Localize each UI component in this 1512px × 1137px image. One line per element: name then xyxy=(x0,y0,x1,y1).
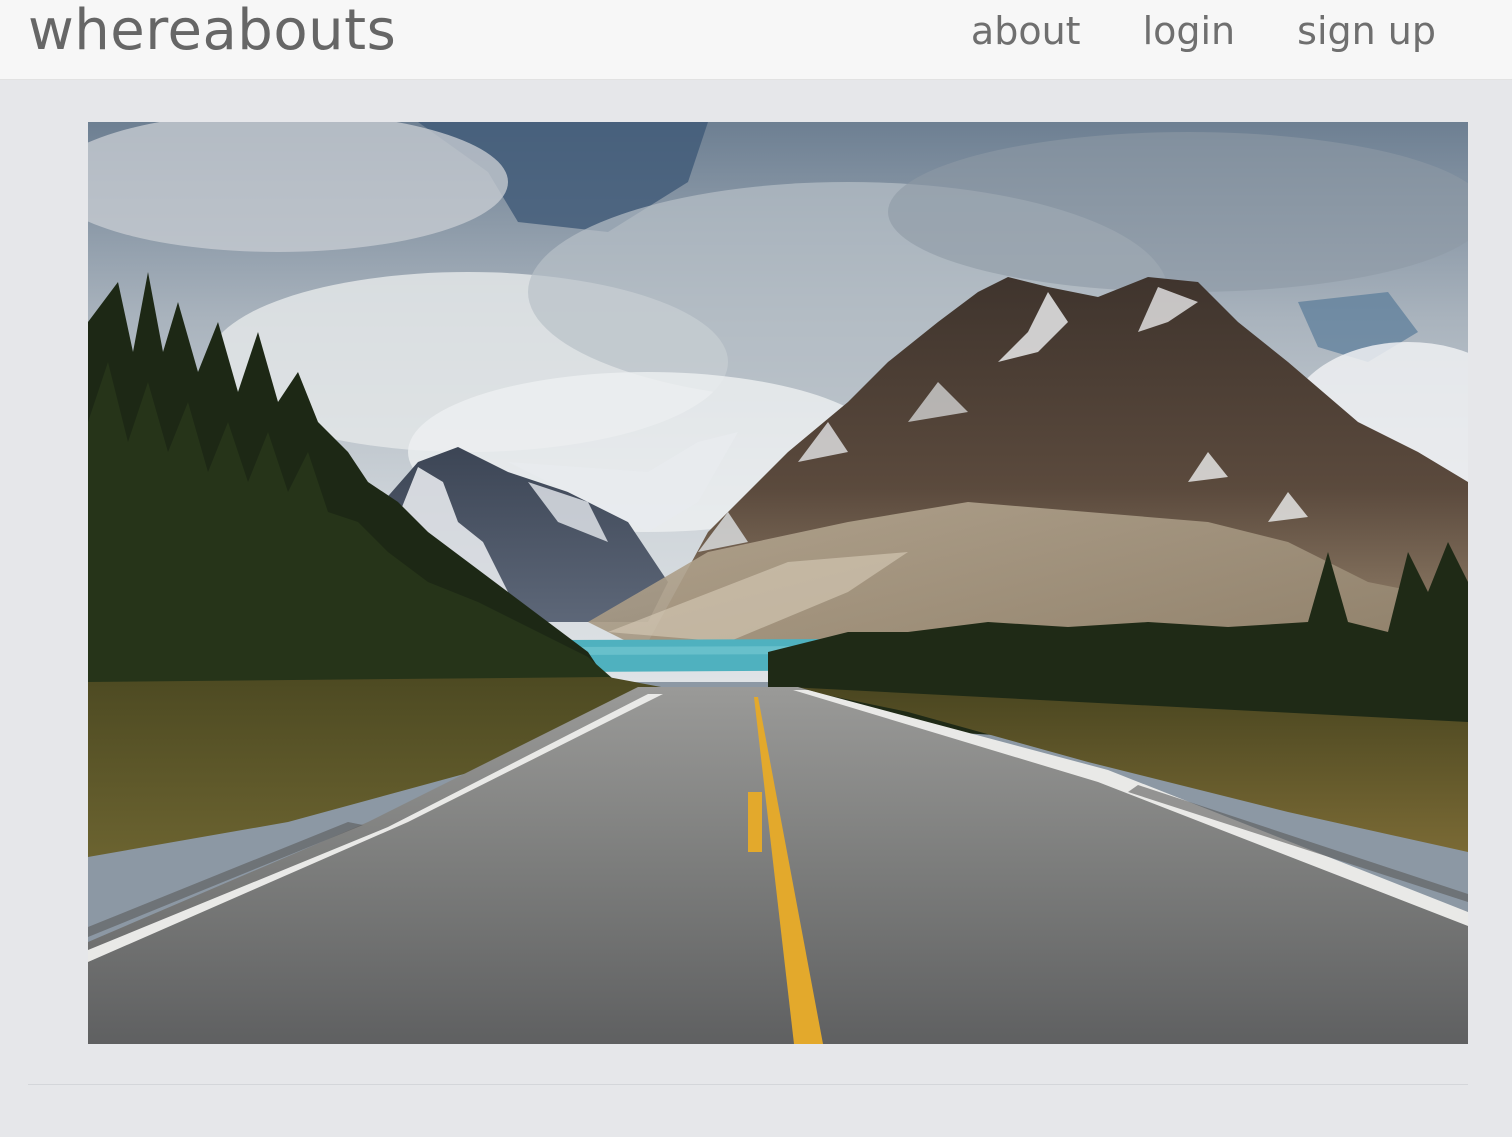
landscape-photo xyxy=(88,122,1468,1044)
nav-link-sign-up[interactable]: sign up xyxy=(1297,9,1436,53)
footer-divider xyxy=(28,1084,1468,1085)
top-navbar: whereabouts about login sign up xyxy=(0,0,1512,80)
nav-link-login[interactable]: login xyxy=(1143,9,1236,53)
nav-link-about[interactable]: about xyxy=(971,9,1081,53)
brand-logo-link[interactable]: whereabouts xyxy=(28,0,396,66)
hero-image xyxy=(88,122,1468,1044)
nav-links: about login sign up xyxy=(909,0,1436,62)
